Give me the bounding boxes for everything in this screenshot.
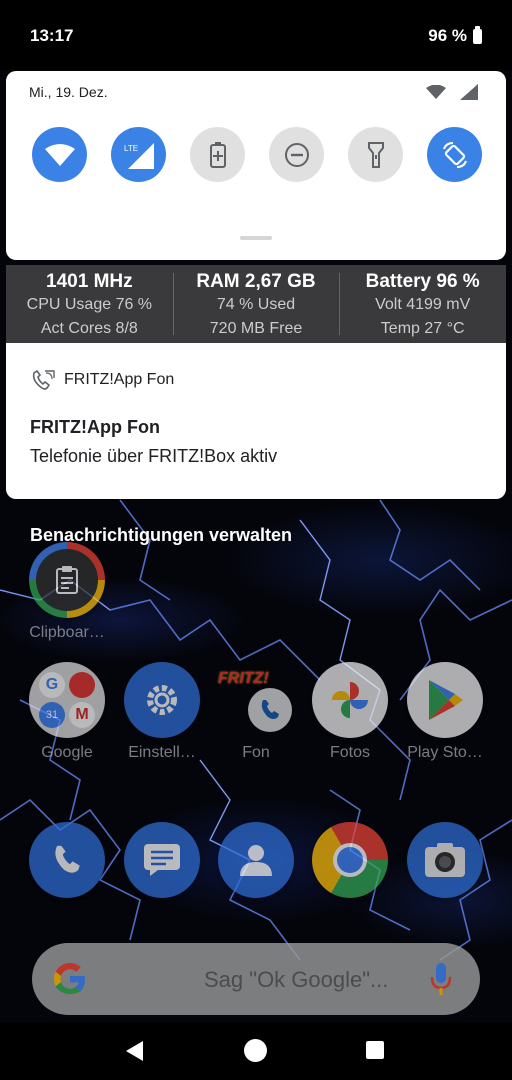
clipboard-icon	[29, 542, 105, 618]
ram-total: RAM 2,67 GB	[196, 271, 316, 292]
phone-call-icon	[32, 369, 55, 390]
mobile-data-tile[interactable]: LTE	[111, 127, 166, 182]
app-photos[interactable]: Fotos	[305, 662, 395, 762]
battery-temp: Temp 27 °C	[380, 320, 465, 337]
battery-saver-icon	[209, 141, 226, 168]
auto-rotate-icon	[442, 141, 467, 168]
battery-icon	[473, 25, 482, 44]
app-label-play-store: Play Sto…	[407, 744, 483, 761]
flashlight-icon	[367, 141, 384, 168]
ram-used: 74 % Used	[216, 296, 296, 313]
play-store-icon	[407, 662, 483, 738]
search-placeholder: Sag "Ok Google"...	[204, 967, 389, 992]
app-label-photos: Fotos	[329, 744, 370, 761]
notification-card[interactable]: FRITZ!App Fon FRITZ!App Fon Telefonie üb…	[6, 343, 506, 499]
wifi-icon	[44, 143, 75, 166]
navigation-bar	[0, 1022, 512, 1080]
fritz-fon-icon: FRITZ!	[218, 662, 294, 738]
wifi-status-icon	[426, 85, 446, 99]
messages-icon	[124, 822, 200, 898]
cpu-column: 1401 MHz CPU Usage 76 % Act Cores 8/8	[6, 265, 173, 343]
status-right: 96 %	[428, 25, 482, 46]
flashlight-tile[interactable]	[348, 127, 403, 182]
dock-contacts[interactable]	[211, 822, 301, 898]
dock-phone[interactable]	[22, 822, 112, 898]
google-g-icon	[54, 963, 85, 994]
do-not-disturb-tile[interactable]	[269, 127, 324, 182]
lte-label: LTE	[124, 144, 138, 153]
dock-camera[interactable]	[400, 822, 490, 898]
app-label-clipboard: Clipboar…	[29, 624, 105, 641]
cpu-frequency: 1401 MHz	[46, 271, 133, 292]
contacts-icon	[218, 822, 294, 898]
qs-status-icons	[426, 84, 478, 100]
home-button[interactable]	[244, 1039, 267, 1062]
photos-icon	[312, 662, 388, 738]
battery-percent: 96 %	[428, 26, 467, 45]
google-folder-icon: G 31 M	[29, 662, 105, 738]
app-play-store[interactable]: Play Sto…	[400, 662, 490, 762]
ram-free: 720 MB Free	[209, 320, 303, 337]
wifi-tile[interactable]	[32, 127, 87, 182]
signal-icon	[460, 84, 478, 100]
chrome-icon	[312, 822, 388, 898]
settings-icon	[124, 662, 200, 738]
notification-app-name: FRITZ!App Fon	[64, 371, 175, 388]
back-icon[interactable]	[125, 1040, 145, 1062]
recents-button[interactable]	[366, 1041, 384, 1059]
battery-voltage: Volt 4199 mV	[375, 296, 471, 313]
qs-drag-handle[interactable]	[240, 236, 272, 240]
app-settings[interactable]: Einstell…	[117, 662, 207, 762]
quick-settings-panel: Mi., 19. Dez. LTE	[6, 71, 506, 260]
notification-header: FRITZ!App Fon	[30, 369, 174, 391]
app-google-folder[interactable]: G 31 M Google	[22, 662, 112, 762]
battery-column: Battery 96 % Volt 4199 mV Temp 27 °C	[339, 265, 506, 343]
qs-tiles: LTE	[32, 127, 482, 182]
lte-signal-icon: LTE	[124, 142, 154, 169]
notification-title: FRITZ!App Fon	[30, 417, 160, 437]
camera-icon	[407, 822, 483, 898]
status-time: 13:17	[30, 26, 74, 45]
qs-date[interactable]: Mi., 19. Dez.	[29, 84, 108, 100]
battery-saver-tile[interactable]	[190, 127, 245, 182]
notification-text: Telefonie über FRITZ!Box aktiv	[30, 446, 278, 466]
system-monitor-widget[interactable]: 1401 MHz CPU Usage 76 % Act Cores 8/8 RA…	[6, 265, 506, 343]
cpu-usage: CPU Usage 76 %	[26, 296, 153, 313]
status-bar: 13:17 96 %	[0, 0, 512, 70]
app-clipboard[interactable]: Clipboar…	[22, 542, 112, 642]
app-fritz-fon[interactable]: FRITZ! Fon	[211, 662, 301, 762]
auto-rotate-tile[interactable]	[427, 127, 482, 182]
do-not-disturb-icon	[284, 142, 309, 167]
battery-level: Battery 96 %	[365, 271, 480, 292]
app-label-fon: Fon	[242, 744, 270, 761]
fritz-badge: FRITZ!	[218, 670, 269, 687]
active-cores: Act Cores 8/8	[40, 320, 138, 337]
dock-chrome[interactable]	[305, 822, 395, 898]
app-label-settings: Einstell…	[128, 744, 196, 761]
dock-messages[interactable]	[117, 822, 207, 898]
ram-column: RAM 2,67 GB 74 % Used 720 MB Free	[172, 265, 340, 343]
phone-icon	[29, 822, 105, 898]
mic-icon[interactable]	[430, 961, 452, 997]
google-search-bar[interactable]: Sag "Ok Google"...	[32, 943, 480, 1015]
app-label-google: Google	[41, 744, 93, 761]
